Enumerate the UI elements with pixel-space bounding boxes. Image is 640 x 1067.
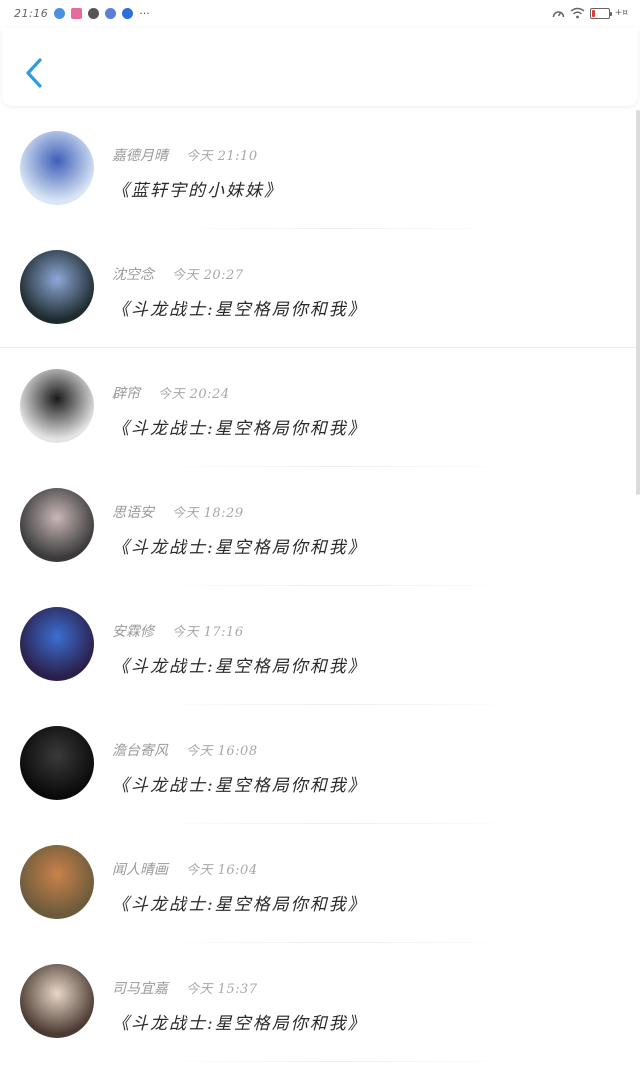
comment-meta: 沈空念 今天 20:27 <box>112 264 244 284</box>
list-item[interactable]: 司马宜嘉 今天 15:37 《斗龙战士:星空格局你和我》 <box>0 943 636 1062</box>
user-name[interactable]: 辟帘 <box>112 383 140 403</box>
list-item[interactable]: 辟帘 今天 20:24 《斗龙战士:星空格局你和我》 <box>0 348 636 467</box>
comment-time: 今天 16:04 <box>186 863 258 878</box>
comment-message: 《斗龙战士:星空格局你和我》 <box>112 1014 367 1034</box>
app-notification-icon <box>71 7 83 19</box>
comment-time: 今天 21:10 <box>186 149 258 164</box>
user-name[interactable]: 安霖修 <box>112 621 154 641</box>
comment-message: 《斗龙战士:星空格局你和我》 <box>112 657 367 677</box>
status-right: +¤ <box>552 7 628 19</box>
comment-time: 今天 15:37 <box>186 982 258 997</box>
comment-meta: 辟帘 今天 20:24 <box>112 383 230 403</box>
user-name[interactable]: 思语安 <box>112 502 154 522</box>
comment-time: 今天 17:16 <box>172 625 244 640</box>
user-name[interactable]: 沈空念 <box>112 264 154 284</box>
status-right-text: +¤ <box>614 8 628 18</box>
list-item[interactable]: 澹台寄风 今天 16:08 《斗龙战士:星空格局你和我》 <box>0 705 636 824</box>
speed-icon <box>552 11 564 18</box>
avatar[interactable] <box>20 131 94 205</box>
user-name[interactable]: 司马宜嘉 <box>112 978 168 998</box>
comment-time: 今天 20:27 <box>172 268 244 283</box>
user-name[interactable]: 嘉德月晴 <box>112 145 168 165</box>
app-notification-icon <box>54 7 66 19</box>
comment-message: 《蓝轩宇的小妹妹》 <box>112 181 283 201</box>
battery-icon <box>589 7 612 19</box>
avatar[interactable] <box>20 607 94 681</box>
list-item[interactable]: 沈空念 今天 20:27 《斗龙战士:星空格局你和我》 <box>0 229 636 348</box>
comment-meta: 澹台寄风 今天 16:08 <box>112 740 258 760</box>
comment-message: 《斗龙战士:星空格局你和我》 <box>112 776 367 796</box>
top-bar <box>2 28 638 106</box>
comment-meta: 嘉德月晴 今天 21:10 <box>112 145 258 165</box>
list-item[interactable]: 思语安 今天 18:29 《斗龙战士:星空格局你和我》 <box>0 467 636 586</box>
wifi-icon <box>570 7 585 19</box>
divider <box>160 1061 516 1062</box>
comment-message: 《斗龙战士:星空格局你和我》 <box>112 300 367 320</box>
comment-meta: 思语安 今天 18:29 <box>112 502 244 522</box>
more-notifications-icon: ··· <box>139 6 150 20</box>
comment-time: 今天 18:29 <box>172 506 244 521</box>
comment-message: 《斗龙战士:星空格局你和我》 <box>112 419 367 439</box>
comment-meta: 安霖修 今天 17:16 <box>112 621 244 641</box>
avatar[interactable] <box>20 845 94 919</box>
chevron-left-icon <box>26 58 42 88</box>
comment-meta: 司马宜嘉 今天 15:37 <box>112 978 258 998</box>
avatar[interactable] <box>20 726 94 800</box>
comment-time: 今天 16:08 <box>186 744 258 759</box>
status-bar: 21:16 ··· +¤ <box>0 0 640 26</box>
back-button[interactable] <box>20 54 50 92</box>
app-notification-icon <box>105 7 117 19</box>
comment-list: 嘉德月晴 今天 21:10 《蓝轩宇的小妹妹》 沈空念 今天 20:27 《斗龙… <box>0 110 636 1062</box>
qq-icon <box>88 7 100 19</box>
list-item[interactable]: 闻人晴画 今天 16:04 《斗龙战士:星空格局你和我》 <box>0 824 636 943</box>
avatar[interactable] <box>20 964 94 1038</box>
scrollbar[interactable] <box>636 110 640 495</box>
avatar[interactable] <box>20 369 94 443</box>
comment-time: 今天 20:24 <box>158 387 230 402</box>
comment-message: 《斗龙战士:星空格局你和我》 <box>112 538 367 558</box>
list-item[interactable]: 安霖修 今天 17:16 《斗龙战士:星空格局你和我》 <box>0 586 636 705</box>
avatar[interactable] <box>20 250 94 324</box>
comment-meta: 闻人晴画 今天 16:04 <box>112 859 258 879</box>
status-left: 21:16 ··· <box>14 7 150 20</box>
avatar[interactable] <box>20 488 94 562</box>
list-item[interactable]: 嘉德月晴 今天 21:10 《蓝轩宇的小妹妹》 <box>0 110 636 229</box>
status-time: 21:16 <box>14 6 49 20</box>
app-notification-icon <box>122 7 134 19</box>
comment-message: 《斗龙战士:星空格局你和我》 <box>112 895 367 915</box>
user-name[interactable]: 澹台寄风 <box>112 740 168 760</box>
user-name[interactable]: 闻人晴画 <box>112 859 168 879</box>
